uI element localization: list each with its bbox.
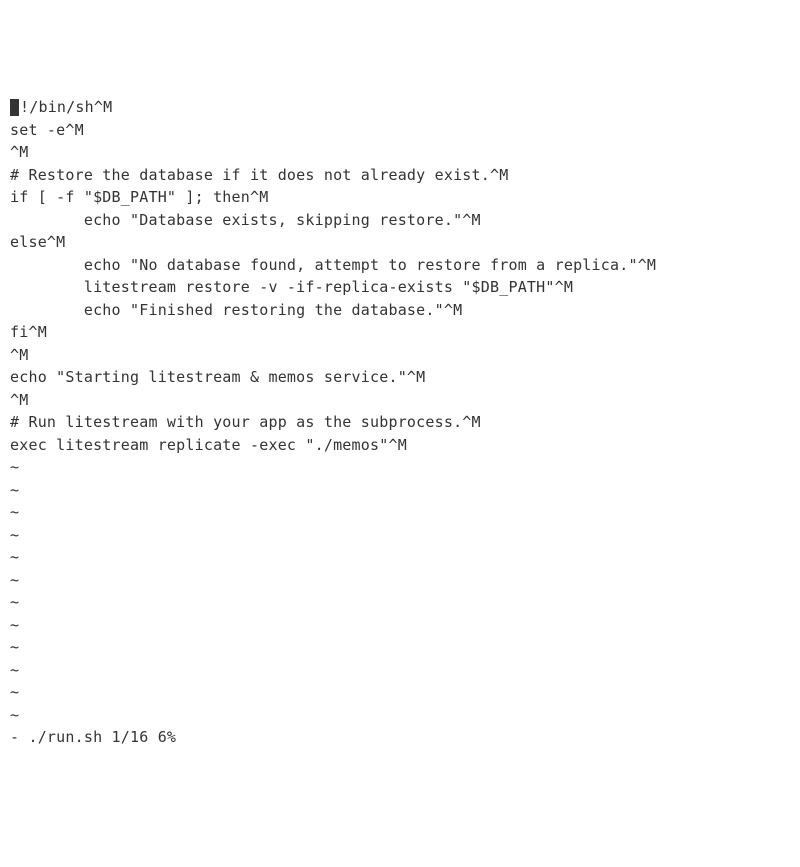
empty-line-tilde: ~ bbox=[10, 659, 790, 682]
code-text: # Restore the database if it does not al… bbox=[10, 166, 508, 184]
code-line: ^M bbox=[10, 389, 790, 412]
code-line: if [ -f "$DB_PATH" ]; then^M bbox=[10, 186, 790, 209]
code-line: echo "No database found, attempt to rest… bbox=[10, 254, 790, 277]
code-text: fi^M bbox=[10, 323, 47, 341]
empty-line-tilde: ~ bbox=[10, 591, 790, 614]
code-text: ^M bbox=[10, 143, 28, 161]
code-line: echo "Finished restoring the database."^… bbox=[10, 299, 790, 322]
code-line: fi^M bbox=[10, 321, 790, 344]
code-text: else^M bbox=[10, 233, 65, 251]
code-text: !/bin/sh^M bbox=[20, 98, 112, 116]
empty-line-tilde: ~ bbox=[10, 479, 790, 502]
code-line: else^M bbox=[10, 231, 790, 254]
code-line: litestream restore -v -if-replica-exists… bbox=[10, 276, 790, 299]
code-text: echo "Database exists, skipping restore.… bbox=[10, 211, 481, 229]
empty-line-tilde: ~ bbox=[10, 456, 790, 479]
code-text: if [ -f "$DB_PATH" ]; then^M bbox=[10, 188, 268, 206]
empty-line-tilde: ~ bbox=[10, 704, 790, 727]
code-text: exec litestream replicate -exec "./memos… bbox=[10, 436, 407, 454]
code-text: echo "Starting litestream & memos servic… bbox=[10, 368, 425, 386]
code-line: !/bin/sh^M bbox=[10, 96, 790, 119]
empty-line-tilde: ~ bbox=[10, 569, 790, 592]
code-text: # Run litestream with your app as the su… bbox=[10, 413, 481, 431]
code-line: set -e^M bbox=[10, 119, 790, 142]
code-line: ^M bbox=[10, 344, 790, 367]
empty-line-tilde: ~ bbox=[10, 614, 790, 637]
code-text: ^M bbox=[10, 391, 28, 409]
code-text: ^M bbox=[10, 346, 28, 364]
code-line: # Run litestream with your app as the su… bbox=[10, 411, 790, 434]
code-text: litestream restore -v -if-replica-exists… bbox=[10, 278, 573, 296]
editor-viewport[interactable]: !/bin/sh^M set -e^M ^M # Restore the databa… bbox=[10, 96, 790, 749]
code-text: set -e^M bbox=[10, 121, 84, 139]
code-line: exec litestream replicate -exec "./memos… bbox=[10, 434, 790, 457]
empty-line-tilde: ~ bbox=[10, 681, 790, 704]
status-text: - ./run.sh 1/16 6% bbox=[10, 728, 176, 746]
empty-line-tilde: ~ bbox=[10, 524, 790, 547]
empty-line-tilde: ~ bbox=[10, 636, 790, 659]
status-line: - ./run.sh 1/16 6% bbox=[10, 726, 790, 749]
empty-line-tilde: ~ bbox=[10, 501, 790, 524]
empty-line-tilde: ~ bbox=[10, 546, 790, 569]
code-text: echo "No database found, attempt to rest… bbox=[10, 256, 656, 274]
code-line: ^M bbox=[10, 141, 790, 164]
code-line: # Restore the database if it does not al… bbox=[10, 164, 790, 187]
code-line: echo "Database exists, skipping restore.… bbox=[10, 209, 790, 232]
code-line: echo "Starting litestream & memos servic… bbox=[10, 366, 790, 389]
cursor bbox=[10, 99, 19, 116]
code-text: echo "Finished restoring the database."^… bbox=[10, 301, 462, 319]
